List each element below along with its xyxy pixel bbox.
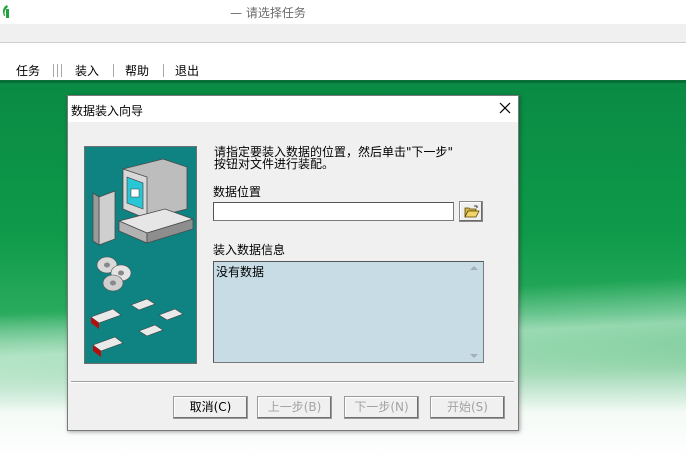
data-location-label: 数据位置: [213, 185, 262, 199]
previous-step-button[interactable]: 上一步(B): [257, 396, 332, 419]
next-step-button[interactable]: 下一步(N): [344, 396, 419, 419]
computer-disks-tapes-illustration: [84, 146, 197, 364]
menu-separator: [57, 64, 58, 77]
dialog-title-bar: 数据装入向导: [68, 96, 518, 122]
load-info-label: 装入数据信息: [213, 243, 286, 257]
data-location-input[interactable]: [213, 202, 454, 221]
load-info-textarea[interactable]: 没有数据: [213, 261, 484, 363]
close-icon[interactable]: [498, 101, 512, 115]
cancel-button[interactable]: 取消(C): [173, 396, 248, 419]
menu-item-help[interactable]: 帮助: [125, 62, 149, 79]
toolbar-strip: [0, 24, 686, 43]
title-bar: — 请选择任务: [0, 0, 686, 24]
browse-folder-button[interactable]: [459, 201, 483, 222]
scroll-down-icon[interactable]: [470, 354, 478, 358]
green-leaf-icon: [3, 5, 9, 18]
menu-separator: [61, 64, 62, 77]
menu-separator: [53, 64, 54, 77]
menu-item-task[interactable]: 任务: [16, 62, 40, 79]
wizard-instruction: 请指定要装入数据的位置，然后单击"下一步" 按钮对文件进行装配。: [214, 145, 454, 171]
scroll-up-icon[interactable]: [470, 266, 478, 270]
menu-separator: [163, 64, 164, 77]
load-info-text: 没有数据: [216, 265, 265, 279]
menu-bar: 任务 装入 帮助 退出: [0, 44, 686, 80]
start-button[interactable]: 开始(S): [430, 396, 505, 419]
wizard-illustration-graphic: [90, 158, 195, 357]
data-load-wizard-dialog: 数据装入向导 请指定要装入数据的位置，然后单击"下一步" 按钮对文件进行装配。 …: [67, 95, 519, 431]
dialog-divider: [71, 381, 514, 383]
menu-item-exit[interactable]: 退出: [175, 62, 199, 79]
dialog-title: 数据装入向导: [71, 104, 144, 118]
menu-separator: [113, 64, 114, 77]
vertical-scrollbar[interactable]: [466, 262, 483, 362]
desktop-edge: [0, 80, 686, 83]
menu-item-load[interactable]: 装入: [75, 62, 99, 79]
open-folder-icon: [464, 205, 480, 218]
window-title: — 请选择任务: [230, 6, 306, 20]
